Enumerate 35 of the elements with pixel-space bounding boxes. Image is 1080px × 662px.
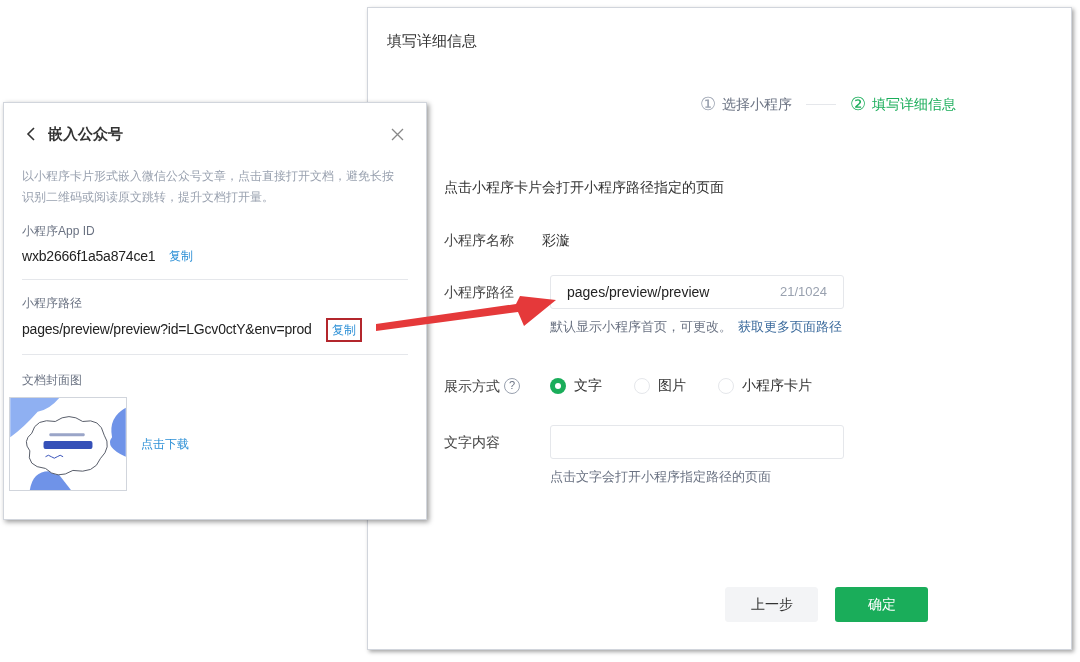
back-button[interactable]: 上一步 bbox=[725, 587, 818, 622]
download-link[interactable]: 点击下载 bbox=[141, 434, 189, 453]
dialog-title: 填写详细信息 bbox=[387, 32, 477, 49]
description: 点击小程序卡片会打开小程序路径指定的页面 bbox=[444, 179, 724, 195]
radio-label: 图片 bbox=[658, 376, 686, 395]
radio-label: 小程序卡片 bbox=[742, 376, 812, 395]
step-number: ② bbox=[850, 93, 866, 116]
field-label: 小程序名称 bbox=[444, 232, 514, 248]
input-field[interactable] bbox=[550, 424, 844, 459]
panel-description: 以小程序卡片形式嵌入微信公众号文章，点击直接打开文档，避免长按识别二维码或阅读原文跳转，提升文档打开量。 bbox=[22, 167, 395, 206]
radio-button[interactable] bbox=[550, 377, 566, 394]
copy-link[interactable]: 复制 bbox=[325, 317, 362, 342]
section-value: pages/preview/preview?id=LGcv0ctY&env=prod bbox=[22, 320, 312, 339]
more-paths-link[interactable]: 获取更多页面路径 bbox=[738, 317, 842, 337]
field-label: 展示方式 bbox=[444, 377, 500, 394]
copy-link[interactable]: 复制 bbox=[169, 247, 194, 265]
section-value: wxb2666f1a5a874ce1 bbox=[22, 246, 156, 266]
hint-text: 点击文字会打开小程序指定路径的页面 bbox=[550, 467, 771, 486]
back-icon[interactable] bbox=[26, 127, 36, 142]
step-label: 填写详细信息 bbox=[872, 95, 956, 114]
close-icon[interactable] bbox=[391, 127, 404, 141]
radio-label: 文字 bbox=[574, 376, 602, 395]
section-label: 小程序路径 bbox=[22, 294, 83, 312]
section-label: 文档封面图 bbox=[22, 371, 83, 389]
section-label: 小程序App ID bbox=[22, 222, 96, 240]
hint-text: 默认显示小程序首页，可更改。 bbox=[550, 318, 732, 336]
field-label: 小程序路径 bbox=[444, 284, 514, 300]
step-label: 选择小程序 bbox=[722, 95, 792, 114]
confirm-button[interactable]: 确定 bbox=[835, 587, 928, 622]
char-counter: 21/1024 bbox=[780, 283, 827, 302]
field-label: 文字内容 bbox=[444, 433, 500, 450]
step-number: ① bbox=[700, 93, 716, 116]
field-value: 彩漩 bbox=[542, 230, 570, 250]
input-field[interactable]: pages/preview/preview 21/1024 bbox=[550, 275, 844, 309]
panel-title: 嵌入公众号 bbox=[48, 124, 123, 144]
